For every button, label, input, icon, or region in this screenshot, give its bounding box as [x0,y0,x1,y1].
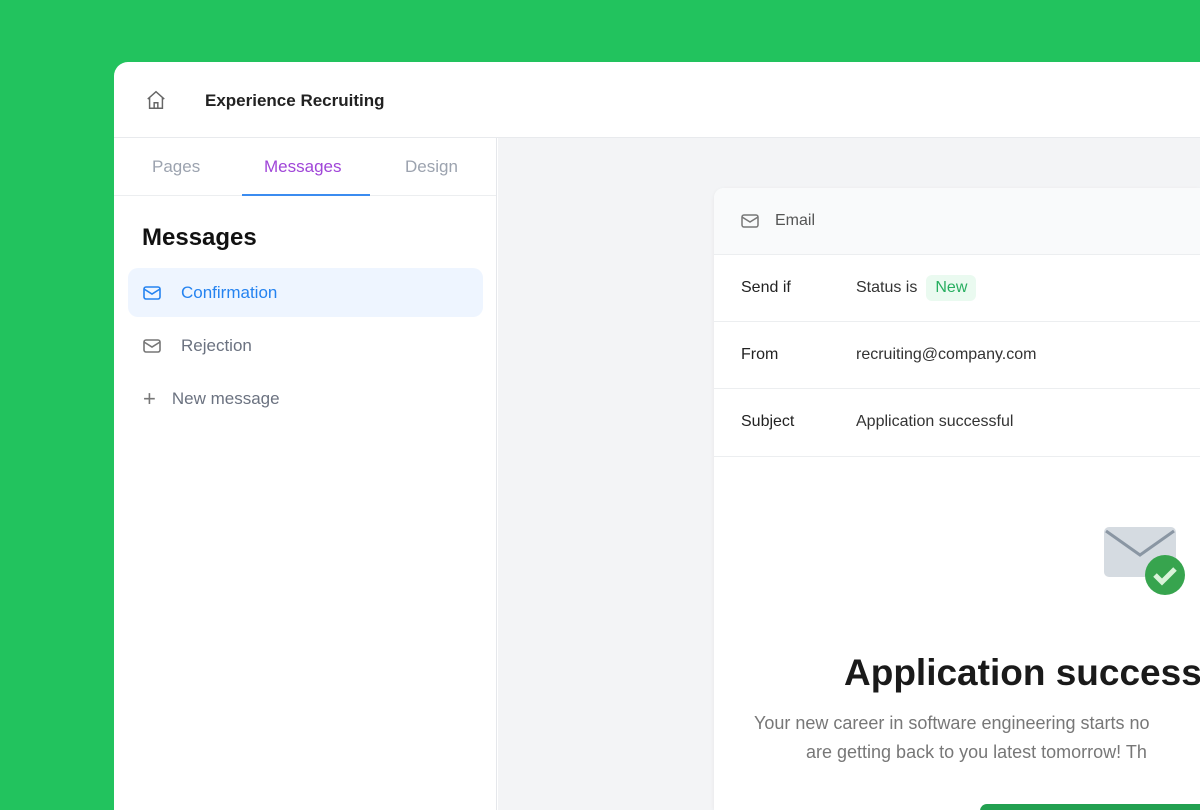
mail-icon [741,214,759,228]
plus-icon: + [143,385,156,411]
status-condition: Status is [856,279,918,296]
message-item-rejection[interactable]: Rejection [128,321,483,370]
preview-heading: Application successf [844,652,1200,693]
active-tab-indicator [242,194,370,196]
new-message-label: New message [171,388,280,408]
subject-label: Subject [741,413,795,430]
subject-value: Application successful [856,413,1014,430]
tab-messages[interactable]: Messages [264,157,341,177]
send-if-label: Send if [741,279,791,296]
sidebar-heading: Messages [142,224,257,251]
top-bar: Experience Recruiting [114,62,1200,138]
message-item-label: Confirmation [181,282,278,302]
home-icon[interactable] [145,89,167,111]
email-card-header: Email [714,188,1200,254]
send-if-row[interactable]: Send if Status is New [714,254,1200,321]
app-title: Experience Recruiting [205,91,385,110]
from-label: From [741,346,779,363]
mail-icon [143,338,161,353]
tab-pages[interactable]: Pages [152,157,200,177]
message-item-label: Rejection [181,335,252,355]
app-window: Experience Recruiting Pages Messages Des… [114,62,1200,810]
preview-text-line: Your new career in software engineering … [754,713,1150,733]
main-area: Email Send if Status is New From recruit… [498,138,1200,810]
mail-icon [143,285,161,300]
sidebar: Pages Messages Design Messages Confirmat… [114,138,497,810]
from-row[interactable]: From recruiting@company.com [714,321,1200,388]
subject-row[interactable]: Subject Application successful [714,388,1200,455]
preview-text-line: are getting back to you latest tomorrow!… [806,742,1147,762]
email-header-label: Email [775,212,816,229]
email-card: Email Send if Status is New From recruit… [714,188,1200,810]
email-preview: Application successf Your new career in … [714,456,1200,810]
new-message-button[interactable]: + New message [128,374,483,423]
tab-design[interactable]: Design [405,157,458,177]
message-item-confirmation[interactable]: Confirmation [128,268,483,317]
preview-cta-button[interactable] [980,804,1200,810]
mail-success-icon [1104,527,1185,595]
from-value: recruiting@company.com [856,346,1037,363]
status-badge: New [926,275,977,301]
tab-bar: Pages Messages Design [114,138,496,196]
